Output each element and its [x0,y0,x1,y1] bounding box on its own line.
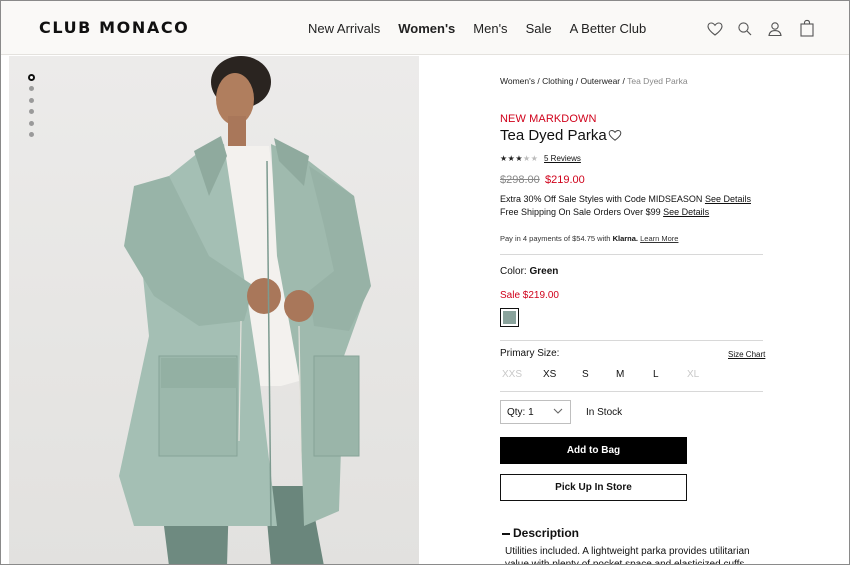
gallery-dot[interactable] [28,97,34,103]
minus-icon [502,533,510,535]
color-label: Color: Green [500,266,558,277]
page-frame: CLUB MONACO New Arrivals Women's Men's S… [0,0,850,565]
size-option-s[interactable]: S [582,369,589,380]
breadcrumb-outerwear[interactable]: Outerwear [580,76,620,86]
breadcrumb-separator: / [537,76,540,86]
description-text: Utilities included. A lightweight parka … [505,546,750,565]
breadcrumb: Women's / Clothing / Outerwear / Tea Dye… [500,76,688,86]
star-icon: ★ [523,154,531,163]
shipping-see-details-link[interactable]: See Details [663,207,709,217]
nav-new-arrivals[interactable]: New Arrivals [308,21,380,36]
divider [500,340,763,341]
quantity-value: Qty: 1 [507,407,534,418]
chevron-down-icon [553,407,563,415]
breadcrumb-womens[interactable]: Women's [500,76,535,86]
bag-icon[interactable] [798,18,816,37]
size-option-xs[interactable]: XS [543,369,556,380]
product-image [9,56,419,564]
color-swatch-green[interactable] [500,308,519,327]
color-value: Green [529,266,559,277]
promo-see-details-link[interactable]: See Details [705,194,751,204]
breadcrumb-separator: / [622,76,625,86]
size-option-l[interactable]: L [653,369,659,380]
klarna-message: Pay in 4 payments of $54.75 with Klarna.… [500,234,678,243]
size-option-m[interactable]: M [616,369,624,380]
sale-price: $219.00 [545,174,585,186]
promo-code-message: Extra 30% Off Sale Styles with Code MIDS… [500,194,751,204]
description-toggle[interactable]: Description [502,526,579,540]
search-icon[interactable] [736,20,754,38]
size-option-xxs[interactable]: XXS [502,369,522,380]
size-option-xl[interactable]: XL [687,369,699,380]
markdown-badge: NEW MARKDOWN [500,113,597,125]
klarna-logo: Klarna. [612,234,639,243]
klarna-text: Pay in 4 payments of $54.75 with [500,234,611,243]
wishlist-heart-icon[interactable] [608,128,622,142]
site-header: CLUB MONACO New Arrivals Women's Men's S… [1,1,849,55]
size-chart-link[interactable]: Size Chart [728,350,765,359]
breadcrumb-separator: / [575,76,579,86]
divider [500,391,763,392]
gallery-dot[interactable] [28,86,34,91]
nav-mens[interactable]: Men's [473,21,507,36]
add-to-bag-button[interactable]: Add to Bag [500,437,687,464]
nav-sale[interactable]: Sale [526,21,552,36]
user-icon[interactable] [766,20,784,38]
gallery-dot[interactable] [28,109,34,114]
stock-status: In Stock [586,407,623,418]
size-label: Primary Size: [500,348,560,359]
quantity-select[interactable]: Qty: 1 [500,400,571,424]
brand-logo[interactable]: CLUB MONACO [39,18,189,37]
gallery-dots [27,74,35,144]
star-icon: ★ [515,154,524,163]
divider [500,254,763,255]
free-shipping-message: Free Shipping On Sale Orders Over $99 Se… [500,207,709,217]
gallery-dot[interactable] [27,74,35,81]
description-heading: Description [513,526,580,540]
color-label-text: Color: [500,266,527,277]
gallery-dot[interactable] [28,120,34,126]
nav-better-club[interactable]: A Better Club [570,21,647,36]
original-price: $298.00 [500,174,540,186]
main-nav: New Arrivals Women's Men's Sale A Better… [308,21,664,36]
breadcrumb-clothing[interactable]: Clothing [542,76,573,86]
heart-icon[interactable] [706,20,724,38]
product-photo-illustration [119,56,371,564]
star-icon: ★ [500,154,508,163]
product-title: Tea Dyed Parka [500,127,607,144]
promo-text: Extra 30% Off Sale Styles with Code MIDS… [500,194,703,204]
pick-up-in-store-button[interactable]: Pick Up In Store [500,474,687,501]
gallery-dot[interactable] [28,132,34,137]
swatch-fill [503,311,516,324]
color-sale-price: Sale $219.00 [500,290,559,301]
nav-womens[interactable]: Women's [398,21,455,36]
reviews-link[interactable]: 5 Reviews [544,154,581,163]
klarna-learn-more-link[interactable]: Learn More [640,234,678,243]
star-icon: ★ [530,154,539,163]
shipping-text: Free Shipping On Sale Orders Over $99 [500,207,661,217]
breadcrumb-current: Tea Dyed Parka [627,76,688,86]
rating-stars: ★★★★★ [500,154,538,163]
